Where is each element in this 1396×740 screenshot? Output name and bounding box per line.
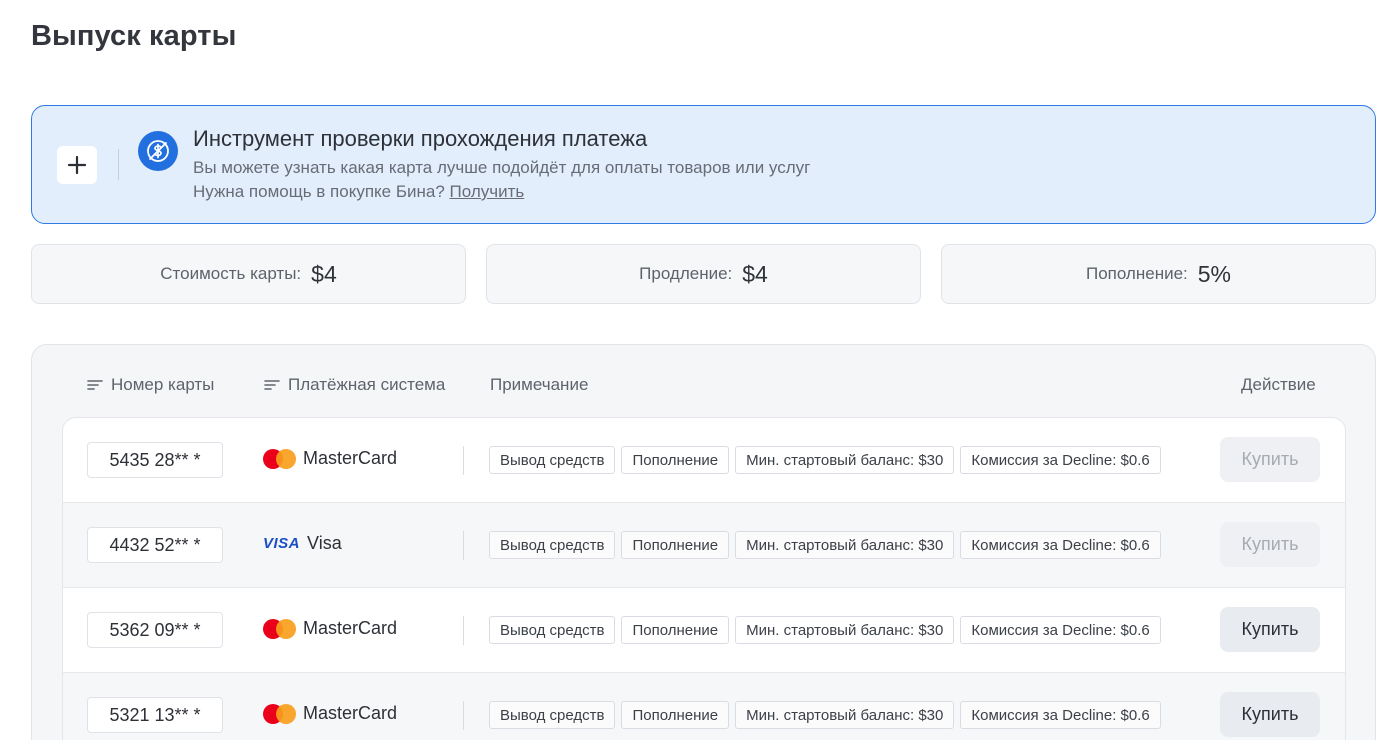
dollar-crossed-icon <box>138 131 178 171</box>
header-label: Действие <box>1241 375 1316 394</box>
buy-button[interactable]: Купить <box>1220 437 1320 482</box>
renewal-stat: Продление: $4 <box>486 244 921 304</box>
stat-value: 5% <box>1197 260 1232 287</box>
column-header-note: Примечание <box>490 375 588 395</box>
tag-topup: Пополнение <box>621 531 730 559</box>
buy-button[interactable]: Купить <box>1220 692 1320 737</box>
payment-check-banner: Инструмент проверки прохождения платежа … <box>31 105 1376 224</box>
brand-name: MasterCard <box>303 618 398 638</box>
tag-withdrawal: Вывод средств <box>489 616 616 644</box>
card-number: 5321 13** * <box>87 697 223 733</box>
tag-decline-fee: Комиссия за Decline: $0.6 <box>960 446 1161 474</box>
cards-table: Номер карты Платёжная система Примечание… <box>31 344 1376 740</box>
payment-system: MasterCard <box>263 448 397 469</box>
card-number: 5435 28** * <box>87 442 223 478</box>
visa-icon: VISA <box>263 535 301 552</box>
payment-system: MasterCard <box>263 703 397 724</box>
sort-icon <box>264 380 280 390</box>
stat-value: $4 <box>311 260 337 287</box>
plus-icon[interactable] <box>57 146 97 184</box>
brand-name: MasterCard <box>303 703 398 723</box>
header-label: Платёжная система <box>288 375 446 394</box>
stat-label: Пополнение: <box>1085 264 1188 283</box>
tag-decline-fee: Комиссия за Decline: $0.6 <box>960 531 1161 559</box>
payment-system: VISA Visa <box>263 533 342 554</box>
banner-divider <box>118 149 119 180</box>
column-header-card-number[interactable]: Номер карты <box>87 375 214 395</box>
tag-withdrawal: Вывод средств <box>489 701 616 729</box>
card-number: 4432 52** * <box>87 527 223 563</box>
tag-topup: Пополнение <box>621 616 730 644</box>
mastercard-icon <box>263 703 296 724</box>
brand-name: Visa <box>307 533 342 553</box>
note-tags: Вывод средств Пополнение Мин. стартовый … <box>489 616 1161 644</box>
tag-topup: Пополнение <box>621 446 730 474</box>
header-label: Номер карты <box>111 375 215 394</box>
mastercard-icon <box>263 618 296 639</box>
note-tags: Вывод средств Пополнение Мин. стартовый … <box>489 446 1161 474</box>
tag-withdrawal: Вывод средств <box>489 446 616 474</box>
tag-min-balance: Мин. стартовый баланс: $30 <box>735 446 955 474</box>
banner-description: Вы можете узнать какая карта лучше подой… <box>193 158 811 177</box>
tag-decline-fee: Комиссия за Decline: $0.6 <box>960 616 1161 644</box>
divider <box>463 616 464 645</box>
stat-label: Стоимость карты: <box>160 264 302 283</box>
banner-help: Нужна помощь в покупке Бина? Получить <box>193 182 524 202</box>
tag-topup: Пополнение <box>621 701 730 729</box>
stat-label: Продление: <box>639 264 733 283</box>
divider <box>463 701 464 730</box>
table-row: 4432 52** * VISA Visa Вывод средств Попо… <box>63 503 1345 588</box>
buy-button[interactable]: Купить <box>1220 522 1320 567</box>
mastercard-icon <box>263 448 296 469</box>
tag-withdrawal: Вывод средств <box>489 531 616 559</box>
get-help-link[interactable]: Получить <box>450 182 525 201</box>
table-row: 5321 13** * MasterCard Вывод средств Поп… <box>63 673 1345 740</box>
note-tags: Вывод средств Пополнение Мин. стартовый … <box>489 531 1161 559</box>
topup-stat: Пополнение: 5% <box>941 244 1376 304</box>
brand-name: MasterCard <box>303 448 398 468</box>
divider <box>463 446 464 475</box>
buy-button[interactable]: Купить <box>1220 607 1320 652</box>
table-row: 5435 28** * MasterCard Вывод средств Поп… <box>63 418 1345 503</box>
table-rows: 5435 28** * MasterCard Вывод средств Поп… <box>62 417 1346 740</box>
payment-system: MasterCard <box>263 618 397 639</box>
banner-help-text: Нужна помощь в покупке Бина? <box>193 182 445 201</box>
column-header-action: Действие <box>1241 375 1316 395</box>
card-cost-stat: Стоимость карты: $4 <box>31 244 466 304</box>
banner-title: Инструмент проверки прохождения платежа <box>193 126 648 151</box>
sort-icon <box>87 380 103 390</box>
table-row: 5362 09** * MasterCard Вывод средств Поп… <box>63 588 1345 673</box>
header-label: Примечание <box>490 375 589 394</box>
card-number: 5362 09** * <box>87 612 223 648</box>
tag-min-balance: Мин. стартовый баланс: $30 <box>735 616 955 644</box>
page-title: Выпуск карты <box>31 20 237 52</box>
stat-value: $4 <box>742 260 768 287</box>
note-tags: Вывод средств Пополнение Мин. стартовый … <box>489 701 1161 729</box>
divider <box>463 531 464 560</box>
column-header-payment-system[interactable]: Платёжная система <box>264 375 445 395</box>
tag-decline-fee: Комиссия за Decline: $0.6 <box>960 701 1161 729</box>
tag-min-balance: Мин. стартовый баланс: $30 <box>735 531 955 559</box>
tag-min-balance: Мин. стартовый баланс: $30 <box>735 701 955 729</box>
